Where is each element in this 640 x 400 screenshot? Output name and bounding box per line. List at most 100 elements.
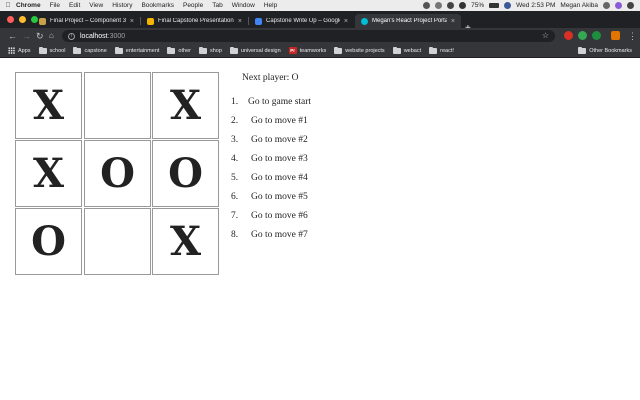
board-square[interactable]: [84, 208, 151, 275]
extension-icon[interactable]: [578, 31, 587, 40]
battery-percent[interactable]: 75%: [471, 2, 484, 9]
folder-icon: [73, 46, 82, 54]
close-window-icon[interactable]: [7, 16, 14, 23]
bookmark-folder[interactable]: website projects: [334, 46, 385, 54]
minimize-window-icon[interactable]: [19, 16, 26, 23]
bookmark-folder[interactable]: react!: [429, 46, 454, 54]
bookmark-apps[interactable]: Apps: [8, 47, 31, 54]
board-square[interactable]: X: [15, 72, 82, 139]
move-number: 1.: [231, 97, 239, 107]
browser-tab[interactable]: Final Project – Component 3 ch ×: [33, 14, 140, 28]
reload-icon[interactable]: ↻: [36, 30, 44, 42]
board-square[interactable]: X: [15, 140, 82, 207]
status-app-icon[interactable]: [423, 2, 431, 9]
back-arrow-icon[interactable]: ←: [8, 30, 17, 42]
flag-icon[interactable]: [504, 2, 512, 9]
jump-to-move-button[interactable]: Go to move #4: [245, 173, 308, 183]
menu-help[interactable]: Help: [264, 2, 277, 9]
folder-icon: [334, 46, 343, 54]
macos-menu-bar:  Chrome File Edit View History Bookmark…: [0, 0, 640, 11]
move-list-item: 7. Go to move #6: [231, 211, 311, 230]
status-app-icon[interactable]: [435, 2, 443, 9]
move-list-item: 3. Go to move #2: [231, 135, 311, 154]
apple-menu-icon[interactable]: : [0, 2, 16, 9]
home-icon[interactable]: ⌂: [49, 30, 54, 42]
close-tab-icon[interactable]: ×: [130, 18, 134, 25]
menu-user[interactable]: Megan Akiba: [560, 2, 598, 9]
menu-clock[interactable]: Wed 2:53 PM: [516, 2, 555, 9]
jump-to-move-button[interactable]: Go to move #6: [245, 211, 308, 221]
bluetooth-icon[interactable]: [447, 2, 455, 9]
jump-to-move-button[interactable]: Go to move #1: [245, 116, 308, 126]
more-menu-icon[interactable]: ⋮: [628, 30, 637, 42]
bookmark-folder[interactable]: universal design: [229, 46, 281, 54]
tab-title: Final Capstone Presentation - G: [158, 18, 234, 24]
menu-file[interactable]: File: [50, 2, 60, 9]
bookmark-folder[interactable]: shop: [198, 46, 222, 54]
board-square[interactable]: O: [84, 140, 151, 207]
bookmark-folder[interactable]: school: [38, 46, 65, 54]
jump-to-move-button[interactable]: Go to move #2: [245, 135, 308, 145]
close-tab-icon[interactable]: ×: [344, 18, 348, 25]
forward-arrow-icon[interactable]: →: [22, 30, 31, 42]
extension-icon[interactable]: [564, 31, 573, 40]
menu-bookmarks[interactable]: Bookmarks: [141, 2, 174, 9]
bookmark-label: capstone: [84, 47, 107, 54]
site-info-icon[interactable]: i: [68, 32, 75, 40]
menu-tab[interactable]: Tab: [212, 2, 222, 9]
menu-people[interactable]: People: [183, 2, 203, 9]
bookmark-label: universal design: [240, 47, 281, 54]
move-number: 7.: [231, 211, 239, 221]
address-bar[interactable]: i localhost:3000 ☆: [62, 30, 555, 42]
tab-title: Capstone Write Up – Google Do: [266, 18, 340, 24]
board-square[interactable]: [84, 72, 151, 139]
move-number: 3.: [231, 135, 239, 145]
bookmark-label: Other Bookmarks: [589, 47, 632, 54]
browser-tab-active[interactable]: Megan's React Project Portal ×: [355, 14, 461, 28]
menu-edit[interactable]: Edit: [69, 2, 80, 9]
jump-to-move-button[interactable]: Go to move #5: [245, 192, 308, 202]
tab-title: Megan's React Project Portal: [372, 18, 447, 24]
tab-favicon-icon: [255, 17, 262, 25]
folder-icon: [578, 46, 587, 54]
siri-icon[interactable]: [615, 2, 622, 9]
browser-tab[interactable]: Capstone Write Up – Google Do ×: [249, 14, 354, 28]
search-icon[interactable]: [603, 2, 610, 9]
bookmark-link[interactable]: Pr teamworks: [288, 47, 326, 54]
board-square[interactable]: O: [152, 140, 219, 207]
close-tab-icon[interactable]: ×: [238, 18, 242, 25]
folder-icon: [429, 46, 438, 54]
close-tab-icon[interactable]: ×: [451, 18, 455, 25]
extension-icon[interactable]: [592, 31, 601, 40]
bookmark-star-icon[interactable]: ☆: [542, 30, 549, 42]
jump-to-move-button[interactable]: Go to move #3: [245, 154, 308, 164]
board-square[interactable]: X: [152, 208, 219, 275]
game-board: X X X O O O X: [15, 72, 221, 276]
board-square[interactable]: O: [15, 208, 82, 275]
wifi-icon[interactable]: [459, 2, 467, 9]
menu-history[interactable]: History: [112, 2, 132, 9]
move-number: 8.: [231, 230, 239, 240]
notification-center-icon[interactable]: [627, 2, 634, 9]
bookmark-folder[interactable]: other: [167, 46, 191, 54]
bookmark-folder[interactable]: webact: [392, 46, 421, 54]
bookmark-folder[interactable]: capstone: [73, 46, 107, 54]
folder-icon: [392, 46, 401, 54]
profile-avatar[interactable]: [611, 31, 620, 40]
bookmark-other[interactable]: Other Bookmarks: [578, 46, 632, 54]
move-list-item: 8. Go to move #7: [231, 230, 311, 249]
menu-window[interactable]: Window: [232, 2, 255, 9]
menu-app-name[interactable]: Chrome: [16, 2, 41, 9]
premiere-icon: Pr: [288, 47, 297, 54]
jump-to-move-button[interactable]: Go to move #7: [245, 230, 308, 240]
move-list-item: 6. Go to move #5: [231, 192, 311, 211]
move-history-list: 1. Go to game start 2. Go to move #1 3. Go …: [231, 97, 311, 249]
bookmark-folder[interactable]: entertainment: [114, 46, 159, 54]
jump-to-move-button[interactable]: Go to game start: [245, 97, 311, 107]
menu-view[interactable]: View: [89, 2, 103, 9]
tab-favicon-icon: [39, 17, 46, 25]
bookmark-label: other: [178, 47, 191, 54]
browser-tab[interactable]: Final Capstone Presentation - G ×: [141, 14, 248, 28]
board-square[interactable]: X: [152, 72, 219, 139]
battery-icon[interactable]: [489, 3, 500, 8]
